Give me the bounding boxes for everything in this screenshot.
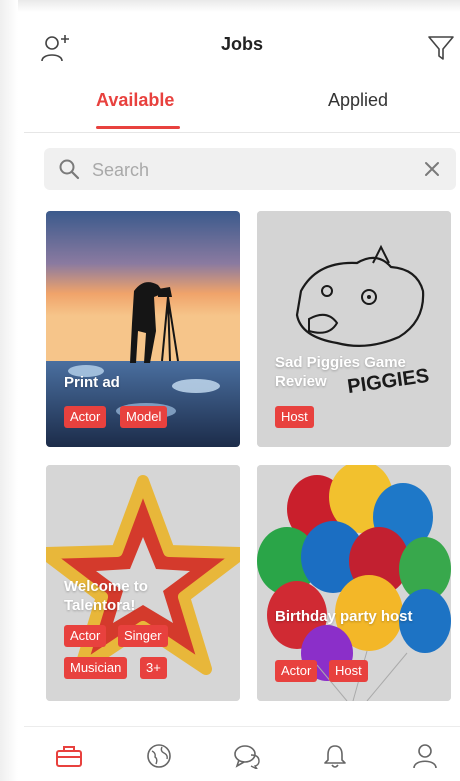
job-card[interactable]: Welcome to Talentora! Actor Singer Music…: [46, 465, 240, 701]
job-card[interactable]: Print ad Actor Model: [46, 211, 240, 447]
tabs: Available Applied: [24, 82, 460, 132]
card-title: Sad Piggies Game Review: [275, 354, 406, 390]
tag: Model: [120, 406, 168, 428]
chat-icon[interactable]: [232, 741, 262, 771]
profile-icon[interactable]: [410, 741, 440, 771]
tag: Actor: [275, 660, 318, 682]
divider: [24, 132, 460, 133]
tag: 3+: [140, 657, 167, 679]
clear-search-icon[interactable]: [424, 161, 440, 182]
tab-available[interactable]: Available: [96, 90, 174, 111]
search-bar: [44, 148, 456, 192]
tag: Host: [275, 406, 314, 428]
tag: Musician: [64, 657, 128, 679]
globe-icon[interactable]: [144, 741, 174, 771]
search-input[interactable]: [90, 148, 414, 192]
job-card[interactable]: Birthday party host Actor Host: [257, 465, 451, 701]
card-title: Birthday party host: [275, 608, 413, 625]
tag: Actor: [64, 406, 107, 428]
page-title: Jobs: [220, 34, 263, 54]
job-card[interactable]: PIGGIES Sad Piggies Game Review Host: [257, 211, 451, 447]
briefcase-icon[interactable]: [54, 741, 84, 771]
active-tab-indicator: [96, 126, 180, 129]
bell-icon[interactable]: [320, 741, 350, 771]
bottom-navigation: [24, 726, 460, 781]
filter-icon[interactable]: [424, 30, 458, 66]
header: Jobs: [24, 18, 460, 78]
card-title: Print ad: [64, 374, 120, 391]
card-title: Welcome to Talentora!: [64, 578, 148, 614]
tab-applied[interactable]: Applied: [328, 90, 388, 111]
top-shadow: [0, 0, 460, 12]
left-edge: [0, 0, 18, 781]
tag: Singer: [118, 625, 168, 647]
tag: Actor: [64, 625, 107, 647]
tag: Host: [329, 660, 368, 682]
search-icon: [58, 158, 80, 185]
